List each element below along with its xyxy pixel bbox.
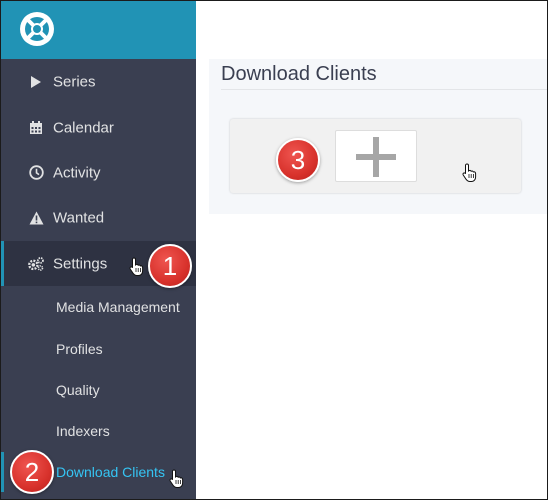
cogs-icon (28, 256, 44, 272)
sub-media-management-label: Media Management (56, 299, 180, 315)
nav-wanted[interactable]: Wanted (1, 195, 196, 240)
nav-wanted-label: Wanted (53, 209, 105, 226)
nav-activity-label: Activity (53, 164, 101, 181)
nav-settings-label: Settings (53, 255, 108, 272)
sub-media-management[interactable]: Media Management (1, 287, 196, 327)
logo-bar (1, 1, 196, 59)
step-badge-2: 2 (10, 450, 54, 494)
add-download-client-button[interactable] (335, 130, 417, 182)
clock-icon (28, 165, 44, 181)
sub-indexers-label: Indexers (56, 423, 110, 439)
nav-series-label: Series (53, 73, 96, 90)
step-badge-3: 3 (276, 138, 320, 182)
warning-icon (28, 210, 44, 226)
sub-profiles-label: Profiles (56, 341, 103, 357)
sub-download-clients-label: Download Clients (56, 464, 165, 480)
download-clients-section: Download Clients (209, 59, 547, 214)
nav-calendar-label: Calendar (53, 119, 114, 136)
play-icon (28, 74, 44, 90)
hand-cursor-icon (462, 163, 477, 182)
page-title: Download Clients (221, 63, 377, 85)
step-badge-1: 1 (148, 244, 192, 288)
hand-cursor-icon (169, 469, 184, 488)
title-divider (221, 89, 547, 90)
sub-indexers[interactable]: Indexers (1, 411, 196, 451)
nav-calendar[interactable]: Calendar (1, 105, 196, 150)
nav-series[interactable]: Series (1, 59, 196, 104)
sonarr-logo-icon[interactable] (19, 11, 55, 47)
sub-quality-label: Quality (56, 382, 100, 398)
calendar-icon (28, 120, 44, 136)
main-content: Download Clients (196, 1, 547, 499)
nav-activity[interactable]: Activity (1, 150, 196, 195)
sub-quality[interactable]: Quality (1, 370, 196, 410)
sub-profiles[interactable]: Profiles (1, 329, 196, 369)
hand-cursor-icon (129, 257, 144, 276)
app-window: Series Calendar Activity Wanted Settings… (0, 0, 548, 500)
